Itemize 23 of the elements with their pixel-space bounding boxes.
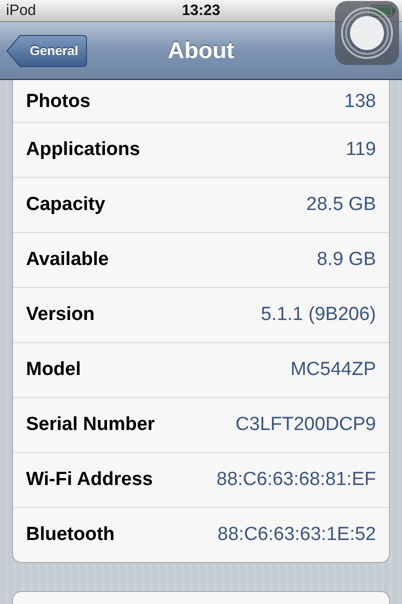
row-value: 119 <box>346 139 376 161</box>
screen-title: About <box>168 37 234 64</box>
row-value: 5.1.1 (9B206) <box>260 304 376 326</box>
row-label: Available <box>26 249 109 271</box>
row-value: 88:C6:63:63:1E:52 <box>218 524 376 546</box>
row-label: Model <box>26 359 81 381</box>
row-label: Applications <box>26 139 140 161</box>
row-label: Capacity <box>26 194 106 216</box>
row-value: 138 <box>344 91 376 113</box>
row-label: Wi-Fi Address <box>26 469 153 491</box>
row-value: 28.5 GB <box>306 194 376 216</box>
row-value: MC544ZP <box>290 359 376 381</box>
row-label: Version <box>26 304 95 326</box>
back-button[interactable]: General <box>6 34 88 68</box>
row-label: Photos <box>26 91 90 113</box>
assistive-touch-icon[interactable] <box>334 0 400 66</box>
carrier-label: iPod <box>6 2 36 19</box>
row-label: Bluetooth <box>26 524 115 546</box>
row-value: 8.9 GB <box>316 249 376 271</box>
clock-time: 13:23 <box>182 2 220 19</box>
row-label: Serial Number <box>26 414 155 436</box>
row-value: C3LFT200DCP9 <box>236 414 376 436</box>
row-value: 88:C6:63:68:81:EF <box>216 469 376 491</box>
